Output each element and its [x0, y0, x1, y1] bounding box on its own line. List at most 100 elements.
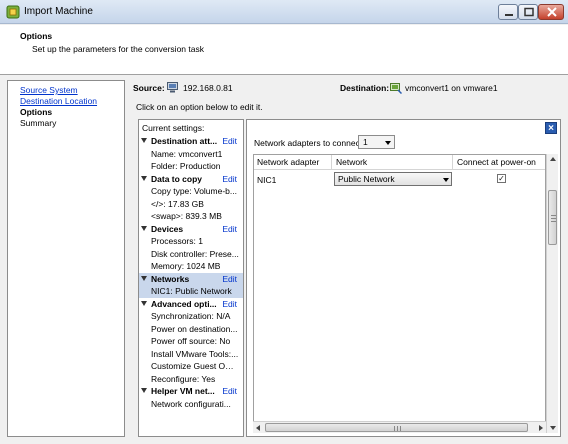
physical-machine-icon: [167, 82, 178, 93]
settings-item: Install VMware Tools:...: [139, 348, 243, 361]
instruction-text: Click on an option below to edit it.: [136, 102, 263, 112]
settings-item: <swap>: 839.3 MB: [139, 210, 243, 223]
column-header-network[interactable]: Network: [336, 157, 367, 167]
destination-value: vmconvert1 on vmware1: [405, 83, 498, 93]
scroll-left-arrow-icon[interactable]: [256, 425, 260, 431]
table-header: Network adapter Network Connect at power…: [254, 155, 545, 170]
column-header-connect-at-power-on[interactable]: Connect at power-on: [457, 157, 536, 167]
page-title: Options: [20, 31, 53, 41]
settings-section-networks[interactable]: Networks Edit: [139, 272, 243, 285]
vmware-converter-icon: [6, 5, 20, 19]
settings-item-text: Network configurati...: [151, 398, 231, 409]
section-title: Data to copy: [151, 173, 203, 184]
section-title: Networks: [151, 273, 190, 284]
collapse-triangle-icon[interactable]: [141, 138, 147, 143]
nav-step-summary: Summary: [20, 118, 57, 128]
minimize-icon: [505, 14, 513, 16]
connect-at-power-on-checkbox[interactable]: ✓: [497, 174, 506, 183]
settings-item-text: Folder: Production: [151, 161, 221, 171]
maximize-icon: [524, 7, 534, 17]
nav-step-options: Options: [20, 107, 53, 117]
edit-link-advanced-options[interactable]: Edit: [222, 299, 237, 309]
wizard-header: Options Set up the parameters for the co…: [0, 25, 568, 75]
settings-item: Copy type: Volume-b...: [139, 185, 243, 198]
settings-item-text: Synchronization: N/A: [151, 311, 231, 321]
settings-item: Network configurati...: [139, 398, 243, 411]
source-label: Source:: [133, 83, 165, 93]
nav-step-source-system[interactable]: Source System: [20, 85, 78, 95]
grip-line: [551, 215, 556, 216]
virtual-machine-icon: [390, 83, 402, 94]
column-header-network-adapter[interactable]: Network adapter: [257, 157, 319, 167]
scroll-up-arrow-icon[interactable]: [550, 157, 556, 161]
adapters-count-dropdown[interactable]: 1: [358, 135, 395, 149]
settings-item: Synchronization: N/A: [139, 310, 243, 323]
table-row: NIC1 Public Network ✓: [254, 171, 545, 189]
section-title: Devices: [151, 223, 184, 234]
collapse-triangle-icon[interactable]: [141, 300, 147, 306]
maximize-button[interactable]: [518, 4, 538, 20]
settings-item-text: Copy type: Volume-b...: [151, 186, 237, 196]
scroll-down-arrow-icon[interactable]: [550, 426, 556, 430]
settings-item-text: Reconfigure: Yes: [151, 373, 216, 384]
settings-item-text: Power on destination...: [151, 323, 238, 334]
edit-link-data-to-copy[interactable]: Edit: [222, 174, 237, 184]
settings-item-text: Memory: 1024 MB: [151, 261, 221, 271]
settings-section-devices[interactable]: Devices Edit: [139, 223, 243, 236]
vertical-scrollbar[interactable]: [546, 154, 558, 433]
edit-link-helper-vm-network[interactable]: Edit: [222, 386, 237, 396]
close-window-button[interactable]: [538, 4, 564, 20]
settings-header-label: Current settings:: [142, 123, 205, 133]
settings-item: Name: vmconvert1: [139, 148, 243, 161]
nav-step-destination-location[interactable]: Destination Location: [20, 96, 97, 106]
settings-item-text: Power off source: No: [151, 336, 231, 346]
adapter-name: NIC1: [257, 175, 277, 185]
settings-item-text: Disk controller: Prese...: [151, 248, 239, 259]
destination-label: Destination:: [340, 83, 390, 93]
settings-item: Disk controller: Prese...: [139, 248, 243, 261]
adapters-count-value: 1: [363, 137, 368, 147]
settings-item: Memory: 1024 MB: [139, 260, 243, 273]
column-divider[interactable]: [452, 155, 453, 170]
collapse-triangle-icon[interactable]: [141, 225, 147, 231]
window-title: Import Machine: [24, 6, 93, 17]
settings-section-destination-attributes[interactable]: Destination att... Edit: [139, 135, 243, 148]
settings-item-text: </>: 17.83 GB: [151, 198, 204, 209]
column-divider[interactable]: [331, 155, 332, 170]
grip-line: [394, 426, 395, 431]
network-adapters-table: Network adapter Network Connect at power…: [253, 154, 546, 433]
chevron-down-icon: [443, 178, 449, 182]
settings-item: Folder: Production: [139, 160, 243, 173]
edit-link-networks[interactable]: Edit: [222, 274, 237, 284]
settings-item-text: Customize Guest OS:...: [151, 361, 239, 371]
settings-section-advanced-options[interactable]: Advanced opti... Edit: [139, 298, 243, 311]
collapse-triangle-icon[interactable]: [141, 275, 147, 281]
settings-header: Current settings:: [139, 122, 243, 135]
settings-item: Reconfigure: Yes: [139, 373, 243, 386]
network-dropdown[interactable]: Public Network: [334, 172, 452, 186]
section-title: Helper VM net...: [151, 386, 215, 396]
settings-item-text: NIC1: Public Network: [151, 286, 232, 296]
settings-section-helper-vm-network[interactable]: Helper VM net... Edit: [139, 385, 243, 398]
title-bar: Import Machine: [0, 0, 568, 24]
collapse-triangle-icon[interactable]: [141, 388, 147, 393]
settings-item: NIC1: Public Network: [139, 285, 243, 298]
close-panel-button[interactable]: ×: [545, 122, 557, 134]
collapse-triangle-icon[interactable]: [141, 175, 147, 181]
edit-link-destination-attributes[interactable]: Edit: [222, 136, 237, 146]
settings-item-text: <swap>: 839.3 MB: [151, 211, 222, 221]
settings-item: Power off source: No: [139, 335, 243, 348]
grip-line: [397, 426, 398, 431]
close-icon: [547, 7, 557, 17]
settings-item: Customize Guest OS:...: [139, 360, 243, 373]
edit-link-devices[interactable]: Edit: [222, 224, 237, 234]
settings-section-data-to-copy[interactable]: Data to copy Edit: [139, 173, 243, 186]
chevron-down-icon: [385, 141, 391, 145]
network-value: Public Network: [338, 174, 395, 184]
vertical-scroll-thumb[interactable]: [548, 190, 557, 245]
horizontal-scroll-thumb[interactable]: [265, 423, 528, 432]
grip-line: [400, 426, 401, 431]
horizontal-scrollbar[interactable]: [253, 421, 546, 433]
scroll-right-arrow-icon[interactable]: [539, 425, 543, 431]
minimize-button[interactable]: [498, 4, 518, 20]
